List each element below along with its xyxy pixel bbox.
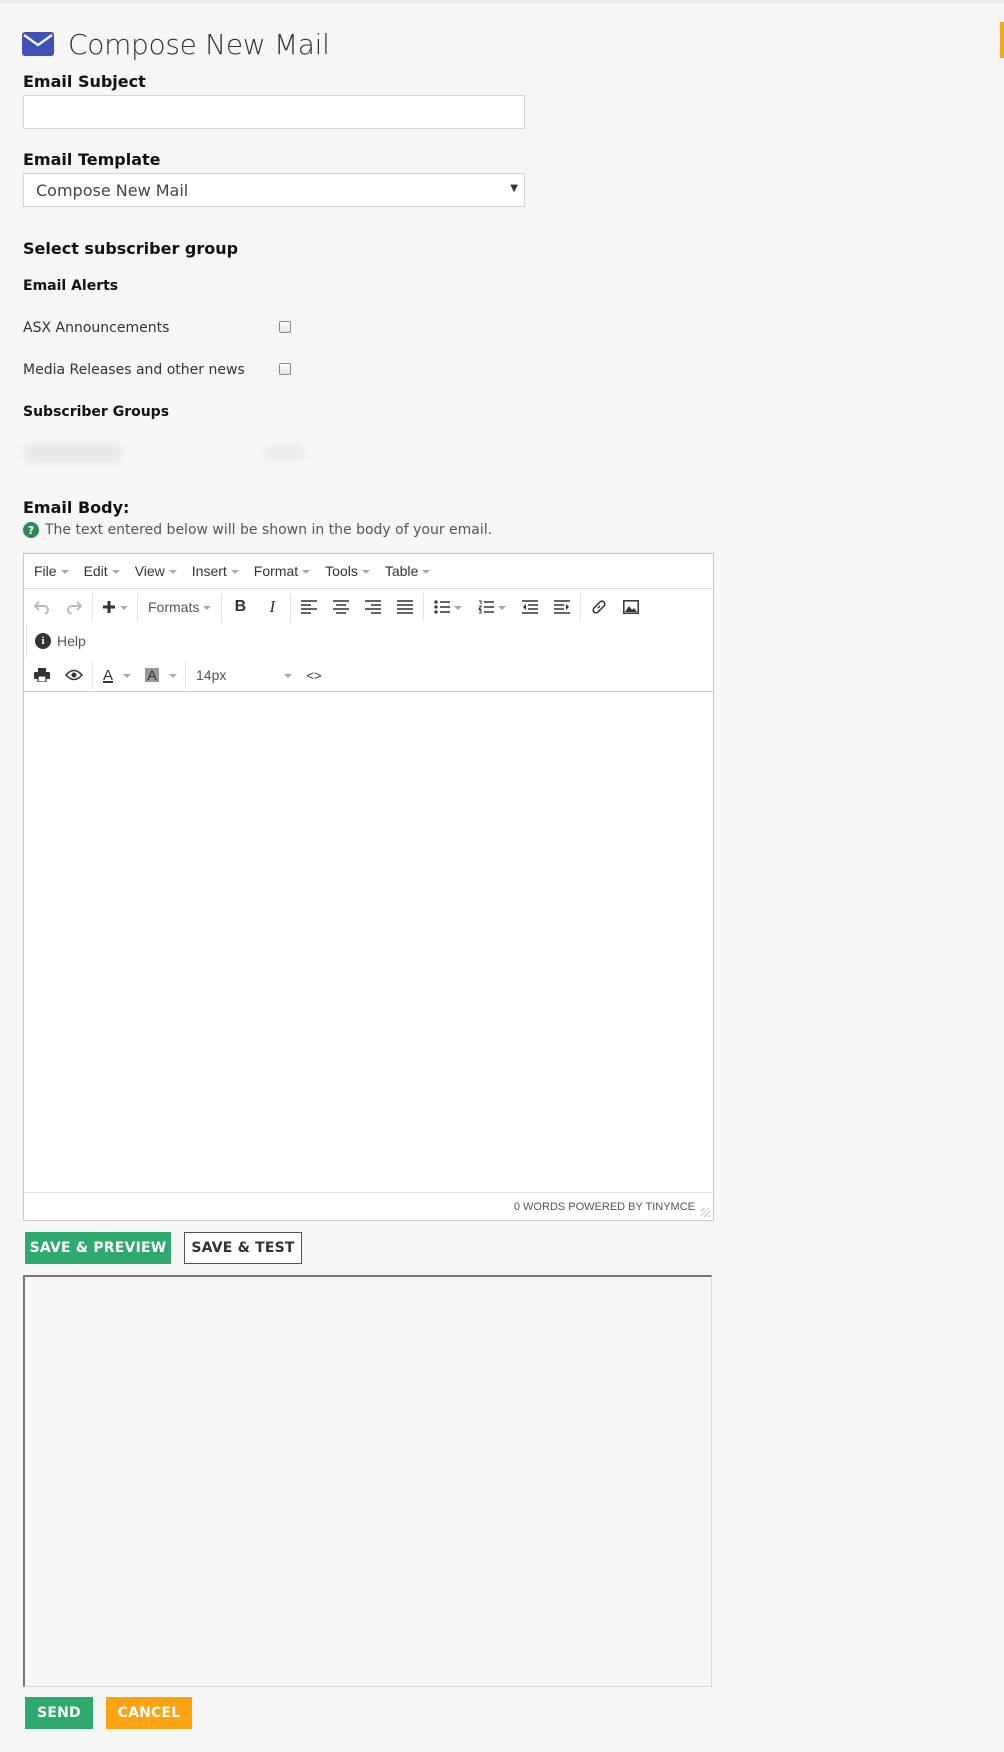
- preview-eye-icon[interactable]: [58, 660, 90, 690]
- caret-icon: [168, 569, 177, 574]
- text-color-icon[interactable]: A: [95, 660, 139, 690]
- bold-icon[interactable]: B: [224, 592, 256, 622]
- formats-dropdown[interactable]: Formats: [140, 599, 219, 615]
- top-border: [0, 0, 1004, 3]
- accent-tab[interactable]: [1000, 22, 1004, 58]
- menu-insert[interactable]: Insert: [192, 563, 239, 579]
- email-preview-frame: [23, 1275, 712, 1687]
- menu-file[interactable]: File: [34, 563, 69, 579]
- redo-icon[interactable]: [58, 592, 90, 622]
- bullet-list-icon[interactable]: [426, 592, 470, 622]
- word-count: 0 WORDS POWERED BY TINYMCE: [513, 1200, 695, 1213]
- insert-plus-icon[interactable]: [95, 592, 135, 622]
- email-template-label: Email Template: [23, 150, 161, 169]
- editor-content-area[interactable]: [24, 691, 713, 1191]
- editor-statusbar: 0 WORDS POWERED BY TINYMCE: [24, 1192, 713, 1220]
- page-title: Compose New Mail: [68, 27, 330, 61]
- align-left-icon[interactable]: [293, 592, 325, 622]
- email-alerts-title: Email Alerts: [23, 278, 119, 294]
- page-header: Compose New Mail: [22, 24, 330, 64]
- link-icon[interactable]: [583, 592, 615, 622]
- numbered-list-icon[interactable]: [470, 592, 514, 622]
- undo-icon[interactable]: [26, 592, 58, 622]
- font-size-select[interactable]: 14px: [188, 667, 298, 683]
- email-body-help: ? The text entered below will be shown i…: [23, 522, 492, 538]
- redacted-group-control: [265, 446, 305, 460]
- media-releases-checkbox[interactable]: [279, 363, 291, 375]
- editor-menubar: File Edit View Insert Format Tools Table: [24, 554, 713, 589]
- caret-icon: [422, 569, 431, 574]
- envelope-icon: [22, 32, 54, 56]
- subscriber-groups-title: Subscriber Groups: [23, 404, 170, 420]
- rich-text-editor: File Edit View Insert Format Tools Table…: [23, 553, 714, 1221]
- menu-view[interactable]: View: [135, 563, 177, 579]
- print-icon[interactable]: [26, 660, 58, 690]
- save-preview-button[interactable]: SAVE & PREVIEW: [25, 1232, 171, 1264]
- info-icon: i: [35, 633, 51, 649]
- email-body-label: Email Body:: [23, 498, 130, 517]
- align-center-icon[interactable]: [325, 592, 357, 622]
- asx-announcements-checkbox[interactable]: [279, 321, 291, 333]
- image-icon[interactable]: [615, 592, 647, 622]
- menu-edit[interactable]: Edit: [84, 563, 120, 579]
- cancel-button[interactable]: CANCEL: [106, 1697, 192, 1729]
- send-button[interactable]: SEND: [25, 1697, 93, 1729]
- caret-icon: [60, 569, 69, 574]
- caret-icon: [302, 569, 311, 574]
- dropdown-arrow-icon: ▼: [510, 183, 518, 194]
- email-template-select[interactable]: Compose New Mail ▼: [23, 173, 525, 207]
- caret-icon: [361, 569, 370, 574]
- outdent-icon[interactable]: [514, 592, 546, 622]
- email-subject-label: Email Subject: [23, 72, 146, 91]
- help-button[interactable]: i Help: [27, 633, 86, 649]
- editor-toolbar-3: A A 14px <>: [26, 658, 330, 692]
- email-body-help-text: The text entered below will be shown in …: [45, 522, 493, 538]
- indent-icon[interactable]: [546, 592, 578, 622]
- background-color-icon[interactable]: A: [139, 660, 183, 690]
- editor-toolbar-1: Formats B I: [26, 590, 647, 624]
- save-test-button[interactable]: SAVE & TEST: [184, 1232, 302, 1264]
- menu-table[interactable]: Table: [385, 563, 431, 579]
- email-subject-input[interactable]: [23, 95, 525, 129]
- subscriber-section-title: Select subscriber group: [23, 239, 239, 258]
- question-icon: ?: [23, 522, 39, 538]
- caret-icon: [230, 569, 239, 574]
- editor-toolbar-2: i Help: [26, 624, 86, 658]
- caret-icon: [111, 569, 120, 574]
- align-right-icon[interactable]: [357, 592, 389, 622]
- media-releases-label: Media Releases and other news: [23, 362, 245, 378]
- asx-announcements-label: ASX Announcements: [23, 320, 170, 336]
- italic-icon[interactable]: I: [256, 592, 288, 622]
- align-justify-icon[interactable]: [389, 592, 421, 622]
- email-template-value: Compose New Mail: [36, 180, 189, 200]
- redacted-group-label: [23, 444, 123, 462]
- menu-format[interactable]: Format: [254, 563, 311, 579]
- menu-tools[interactable]: Tools: [325, 563, 370, 579]
- source-code-icon[interactable]: <>: [298, 660, 330, 690]
- resize-handle-icon[interactable]: [701, 1208, 710, 1217]
